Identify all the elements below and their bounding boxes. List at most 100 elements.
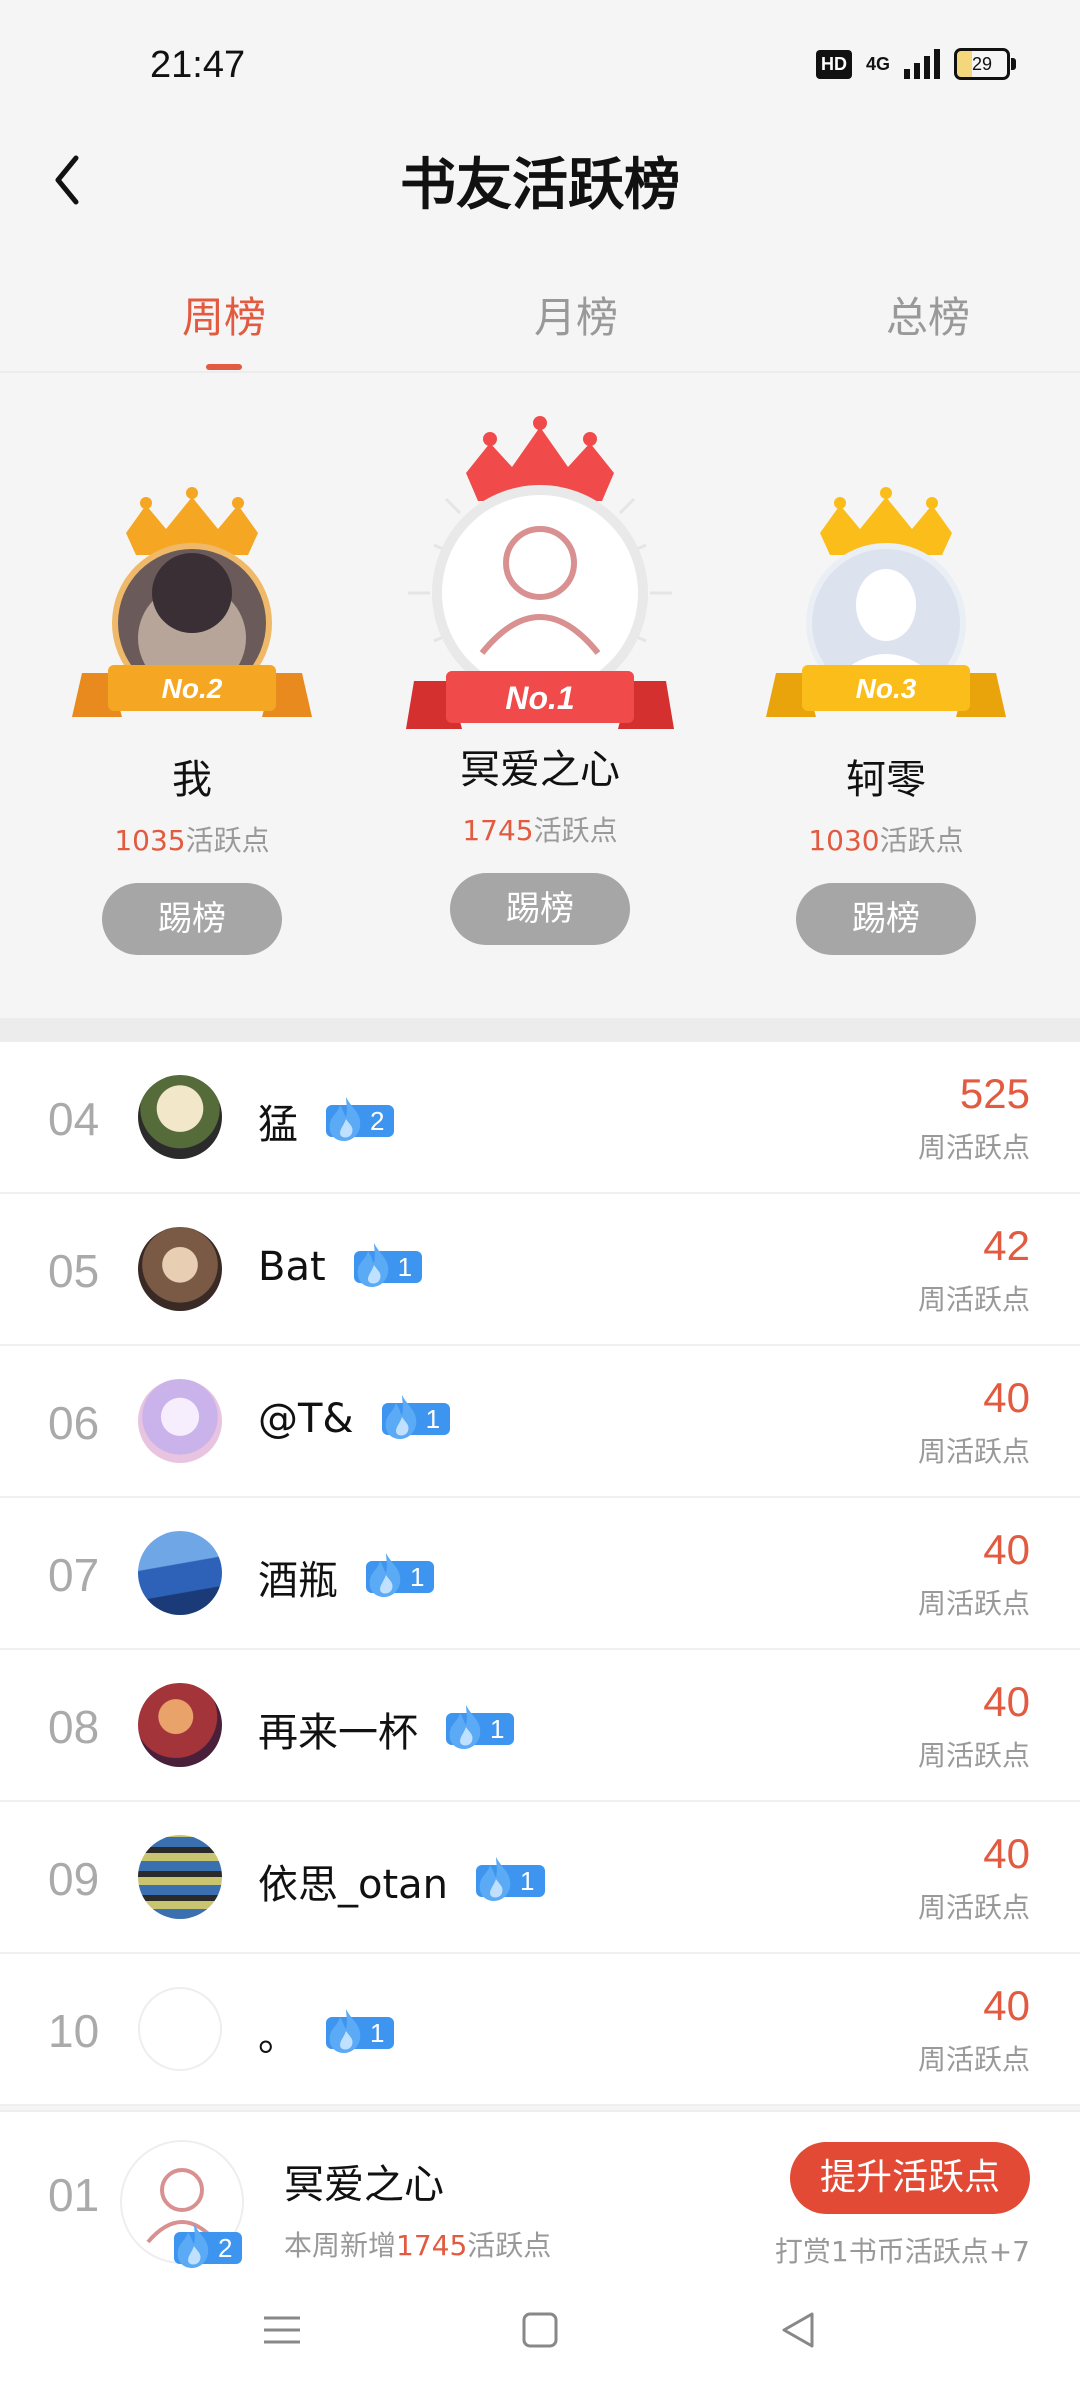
podium-second-points: 1035活跃点 — [114, 824, 270, 857]
avatar[interactable] — [138, 1683, 222, 1767]
flame-icon — [329, 1097, 361, 1141]
level-badge: 1 — [476, 1857, 545, 1901]
home-icon[interactable] — [520, 2310, 560, 2350]
list-item[interactable]: 05 Bat 1 42 周活跃点 — [0, 1194, 1080, 1346]
avatar[interactable] — [138, 1531, 222, 1615]
weekly-score: 40 — [983, 1982, 1030, 2029]
system-nav-bar — [0, 2270, 1080, 2400]
rank-number: 05 — [48, 1245, 100, 1297]
score-label: 周活跃点 — [917, 1891, 1030, 1924]
back-nav-icon[interactable] — [778, 2310, 818, 2350]
podium-third: No.3 轲零 1030活跃点 踢榜 — [736, 483, 1036, 955]
user-name: 依思_otan — [258, 1862, 449, 1908]
podium-first-name: 冥爱之心 — [460, 747, 620, 793]
podium-third-kick-button[interactable]: 踢榜 — [796, 883, 976, 955]
score-label: 周活跃点 — [917, 1283, 1030, 1316]
podium-second: No.2 我 1035活跃点 踢榜 — [42, 483, 342, 955]
rank-number: 06 — [48, 1397, 100, 1449]
network-type: 4G — [865, 53, 890, 74]
weekly-score: 40 — [983, 1678, 1030, 1725]
tab-weekly[interactable]: 周榜 — [124, 284, 324, 345]
my-weekly-added: 本周新增1745活跃点 — [284, 2229, 552, 2262]
avatar[interactable] — [138, 1227, 222, 1311]
tab-total[interactable]: 总榜 — [828, 284, 1028, 345]
user-name: Bat — [258, 1244, 326, 1290]
rank-ribbon: No.3 — [766, 665, 1006, 717]
podium-second-kick-button[interactable]: 踢榜 — [102, 883, 282, 955]
boost-activity-button[interactable]: 提升活跃点 — [790, 2142, 1030, 2214]
rank-number: 10 — [48, 2005, 100, 2057]
list-item[interactable]: 04 猛 2 525 周活跃点 — [0, 1042, 1080, 1194]
podium-third-name: 轲零 — [846, 757, 926, 803]
podium-third-points: 1030活跃点 — [808, 824, 964, 857]
tab-active-indicator — [206, 364, 242, 370]
reward-hint: 打赏1书币活跃点+7 — [774, 2235, 1030, 2268]
user-name: 猛 — [258, 1102, 298, 1148]
user-name: 再来一杯 — [258, 1710, 418, 1756]
podium-first-kick-button[interactable]: 踢榜 — [450, 873, 630, 945]
list-item[interactable]: 08 再来一杯 1 40 周活跃点 — [0, 1650, 1080, 1802]
flame-icon — [177, 2224, 209, 2268]
page-title: 书友活跃榜 — [400, 153, 680, 218]
list-item[interactable]: 09 依思_otan 1 40 周活跃点 — [0, 1802, 1080, 1954]
list-item[interactable]: 10 。 1 40 周活跃点 — [0, 1954, 1080, 2106]
level-badge: 2 — [326, 1097, 395, 1141]
weekly-score: 525 — [959, 1070, 1030, 1117]
flame-icon — [479, 1857, 511, 1901]
level-badge: 1 — [353, 1243, 423, 1287]
hd-icon: HD — [815, 49, 852, 79]
podium-second-avatar[interactable]: No.2 — [42, 483, 342, 743]
my-name: 冥爱之心 — [284, 2162, 444, 2208]
my-rank-number: 01 — [48, 2169, 100, 2221]
weekly-score: 40 — [983, 1374, 1030, 1421]
user-name: 酒瓶 — [258, 1558, 338, 1604]
score-label: 周活跃点 — [917, 1739, 1030, 1772]
menu-icon[interactable] — [262, 2310, 302, 2350]
podium: No.2 我 1035活跃点 踢榜 No.1 冥爱之心 1745活跃点 踢榜 N… — [0, 373, 1080, 1018]
score-label: 周活跃点 — [917, 1131, 1030, 1164]
svg-text:No.1: No.1 — [505, 680, 574, 716]
rank-number: 07 — [48, 1549, 100, 1601]
my-rank-bar: 01 2 冥爱之心 本周新增1745活跃点 提升活跃点 打赏1书币活跃点+7 — [0, 2110, 1080, 2272]
avatar[interactable] — [138, 1987, 222, 2071]
status-bar: 21:47 HD 4G 29 — [0, 0, 1080, 130]
rank-number: 08 — [48, 1701, 100, 1753]
flame-icon — [357, 1243, 388, 1287]
weekly-score: 40 — [983, 1830, 1030, 1877]
weekly-score: 42 — [983, 1222, 1030, 1269]
user-name: @T& — [258, 1396, 354, 1442]
flame-icon — [449, 1705, 481, 1749]
flame-icon — [385, 1395, 416, 1439]
rank-number: 04 — [48, 1093, 100, 1145]
user-name: 。 — [258, 2014, 298, 2060]
podium-second-name: 我 — [172, 757, 212, 803]
avatar[interactable] — [138, 1835, 222, 1919]
level-badge: 1 — [326, 2009, 395, 2053]
tab-monthly[interactable]: 月榜 — [476, 284, 676, 345]
status-icons: HD 4G 29 — [815, 48, 1016, 80]
svg-text:No.3: No.3 — [856, 673, 917, 704]
level-badge: 1 — [366, 1553, 435, 1597]
podium-third-avatar[interactable]: No.3 — [736, 483, 1036, 743]
weekly-score: 40 — [983, 1526, 1030, 1573]
list-item[interactable]: 06 @T& 1 40 周活跃点 — [0, 1346, 1080, 1498]
level-badge: 2 — [174, 2224, 243, 2268]
tab-bar: 周榜 月榜 总榜 — [0, 270, 1080, 370]
podium-first: No.1 冥爱之心 1745活跃点 踢榜 — [390, 413, 690, 945]
score-label: 周活跃点 — [917, 1435, 1030, 1468]
avatar[interactable] — [138, 1379, 222, 1463]
rank-number: 09 — [48, 1853, 100, 1905]
battery-icon: 29 — [954, 48, 1016, 80]
signal-icon — [904, 49, 940, 79]
my-avatar[interactable]: 2 — [120, 2140, 244, 2268]
podium-first-avatar[interactable]: No.1 — [390, 413, 690, 743]
level-badge: 1 — [446, 1705, 515, 1749]
score-label: 周活跃点 — [917, 2043, 1030, 2076]
avatar[interactable] — [138, 1075, 222, 1159]
status-time: 21:47 — [150, 44, 246, 86]
score-label: 周活跃点 — [917, 1587, 1030, 1620]
svg-text:No.2: No.2 — [162, 673, 223, 704]
rank-ribbon: No.1 — [406, 671, 674, 729]
rank-list: 04 猛 2 525 周活跃点 05 Bat 1 42 周活跃点 06 @T& … — [0, 1042, 1080, 2106]
list-item[interactable]: 07 酒瓶 1 40 周活跃点 — [0, 1498, 1080, 1650]
